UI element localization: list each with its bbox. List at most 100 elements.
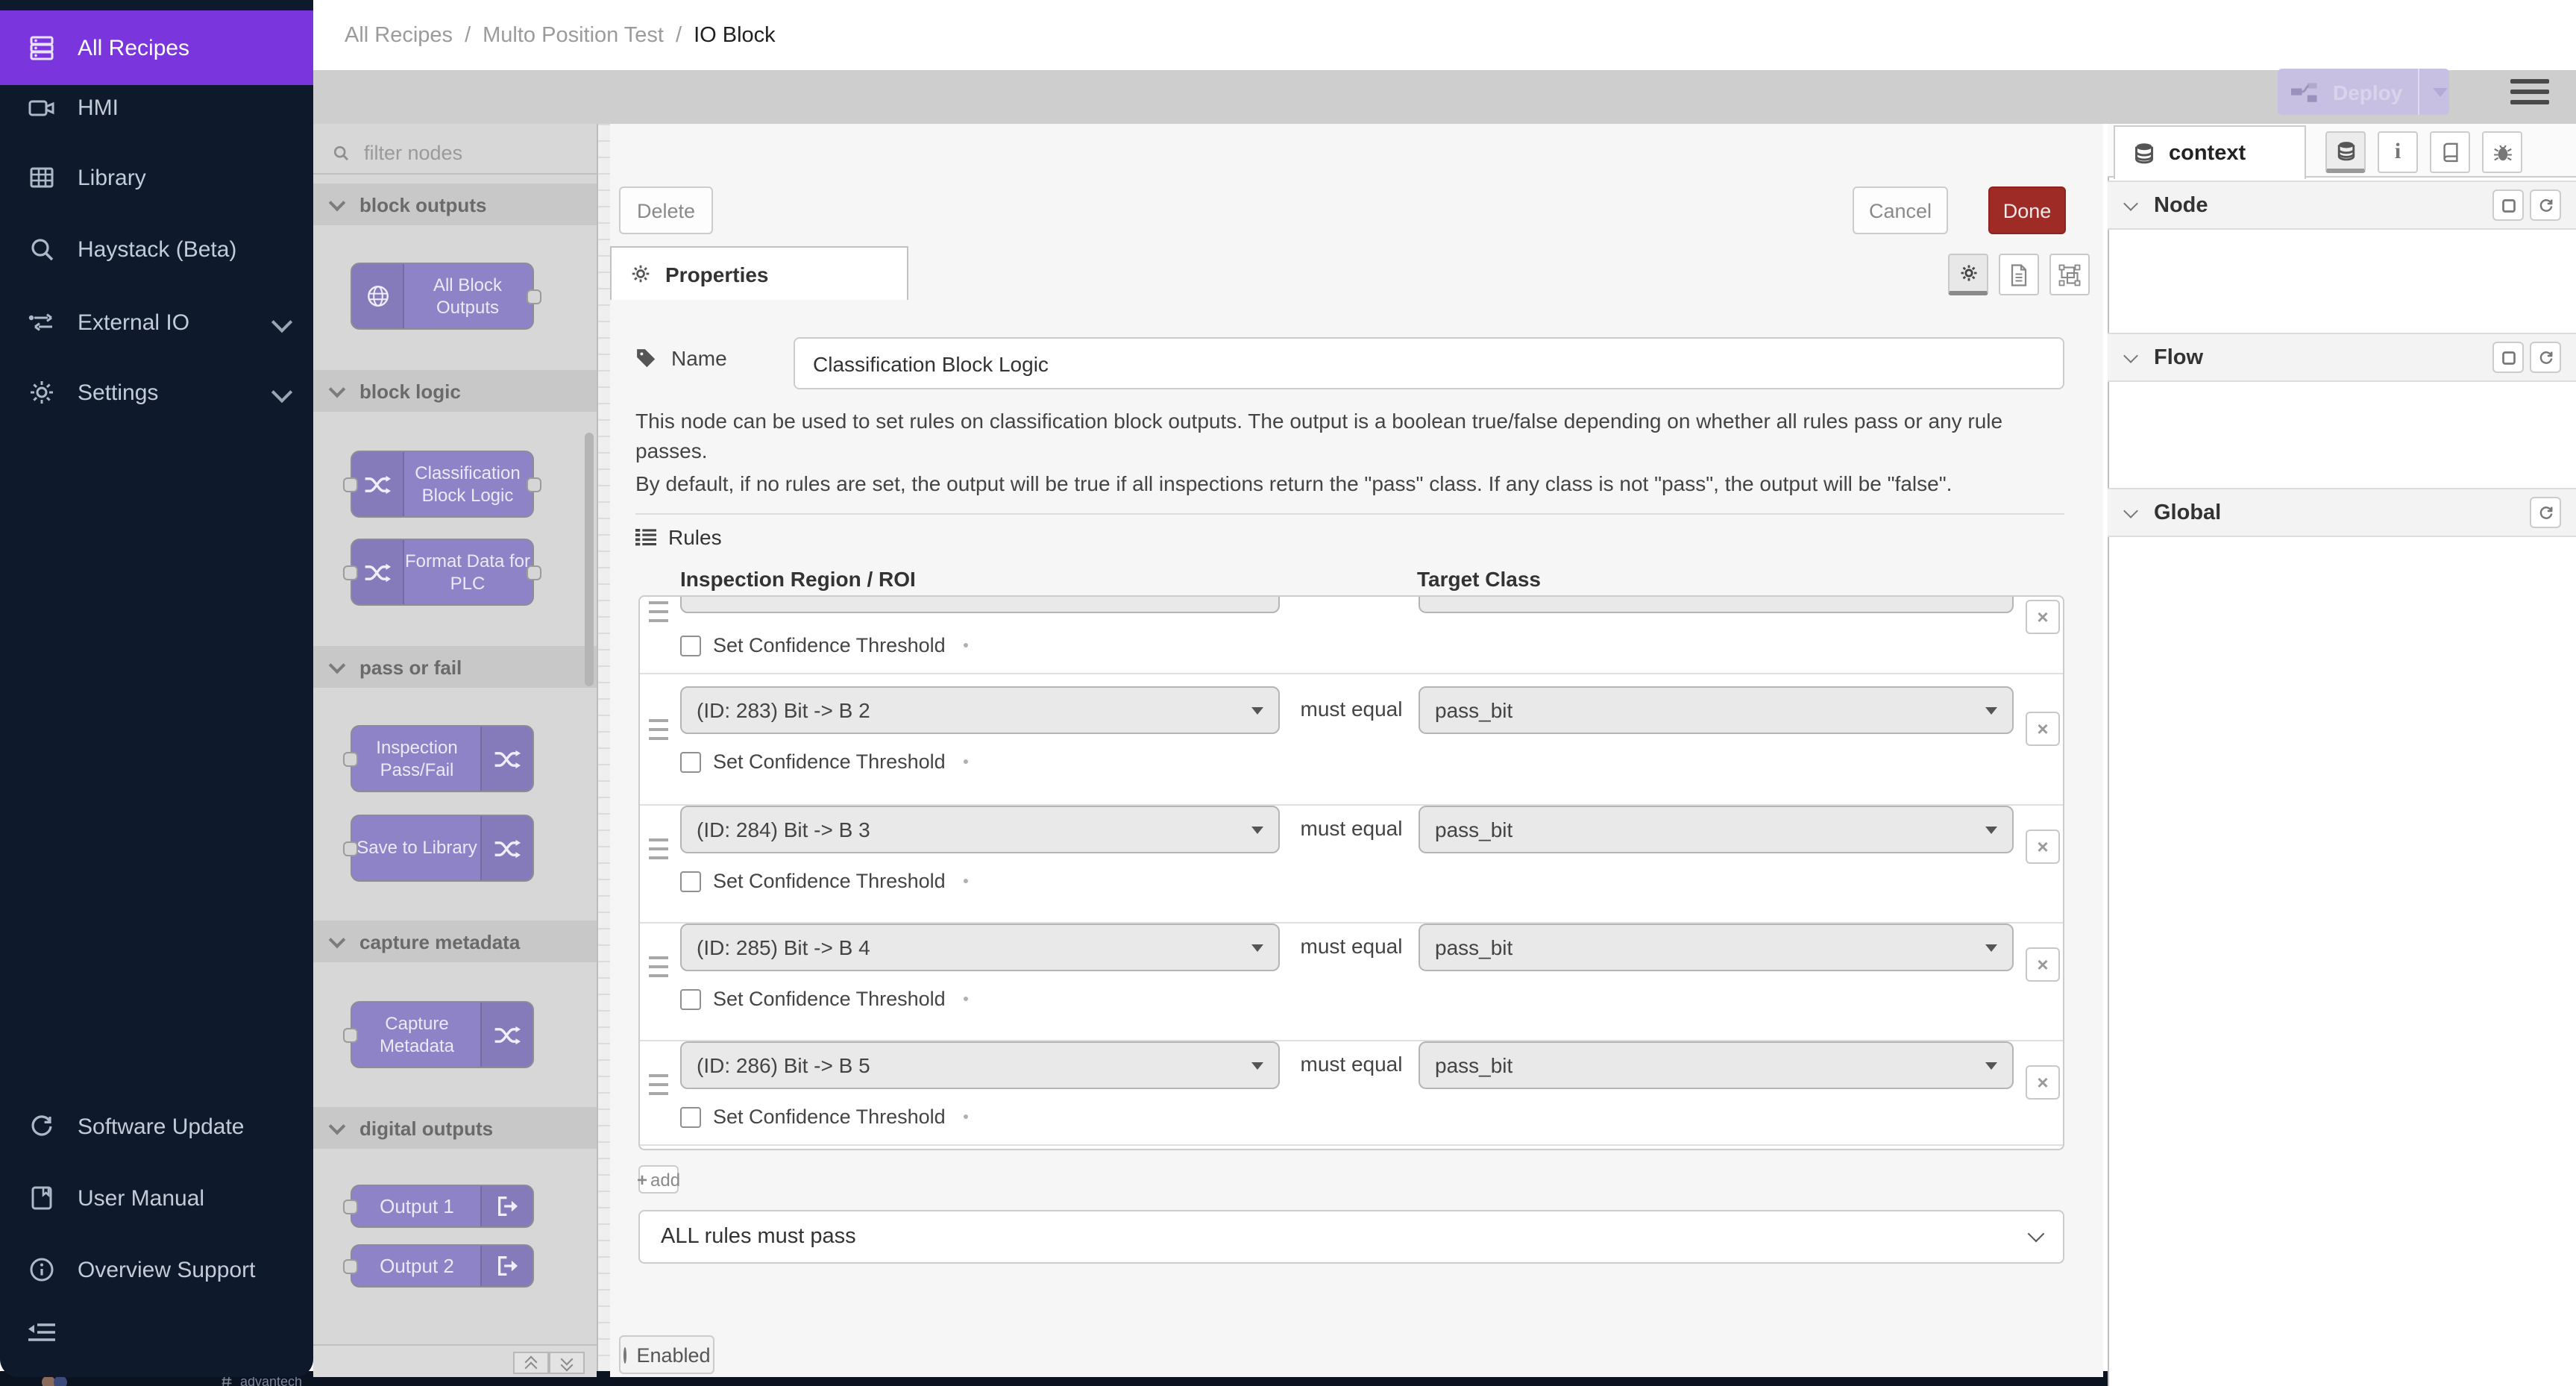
breadcrumb-recipe[interactable]: Multo Position Test: [483, 23, 664, 47]
remove-rule-button[interactable]: ×: [2026, 947, 2060, 982]
sidebar-item-external-io[interactable]: External IO: [0, 292, 313, 352]
palette-node-classification-block-logic[interactable]: Classification Block Logic: [351, 451, 534, 518]
remove-rule-button[interactable]: ×: [2026, 600, 2060, 634]
menu-button[interactable]: [2510, 79, 2549, 104]
section-global[interactable]: Global: [2108, 488, 2576, 537]
drag-handle-icon[interactable]: [649, 838, 668, 859]
palette-node-output-1[interactable]: Output 1: [351, 1185, 534, 1228]
rules-mode-select[interactable]: ALL rules must pass: [638, 1210, 2064, 1264]
tab-context[interactable]: context: [2114, 125, 2306, 179]
palette-node-all-block-outputs[interactable]: All Block Outputs: [351, 263, 534, 330]
context-panel: [2108, 124, 2576, 1386]
input-port[interactable]: [343, 841, 358, 856]
input-port[interactable]: [343, 1027, 358, 1042]
palette-scrollbar[interactable]: [585, 433, 594, 686]
copy-node-context-button[interactable]: [2492, 189, 2524, 221]
filter-nodes-input[interactable]: [361, 139, 576, 165]
remove-rule-button[interactable]: ×: [2026, 830, 2060, 864]
chevron-down-icon: [2123, 195, 2138, 210]
debug-tab-button[interactable]: [2482, 131, 2522, 173]
palette-node-output-2[interactable]: Output 2: [351, 1244, 534, 1288]
expand-all-button[interactable]: [549, 1352, 585, 1374]
target-class-select[interactable]: pass_bit: [1419, 806, 2014, 853]
done-button[interactable]: Done: [1988, 186, 2066, 234]
input-port[interactable]: [343, 1258, 358, 1273]
target-class-select[interactable]: pass_bit: [1419, 686, 2014, 734]
operator-label: must equal: [1284, 1052, 1419, 1076]
palette-category-pass-or-fail[interactable]: pass or fail: [313, 646, 597, 688]
input-port[interactable]: [343, 751, 358, 766]
palette-category-capture-metadata[interactable]: capture metadata: [313, 921, 597, 962]
collapse-sidebar-button[interactable]: [27, 1320, 57, 1347]
sidebar-item-settings[interactable]: Settings: [0, 363, 313, 422]
sidebar-item-library[interactable]: Library: [0, 148, 313, 207]
palette-node-capture-metadata[interactable]: Capture Metadata: [351, 1001, 534, 1068]
confidence-checkbox[interactable]: [680, 635, 701, 656]
drag-handle-icon[interactable]: [649, 601, 668, 622]
sidebar-item-hmi[interactable]: HMI: [0, 78, 313, 137]
confidence-checkbox[interactable]: [680, 988, 701, 1009]
palette-node-format-data-for-plc[interactable]: Format Data for PLC: [351, 539, 534, 606]
info-tab-button[interactable]: i: [2378, 131, 2418, 173]
confidence-row: Set Confidence Threshold: [680, 1106, 968, 1128]
target-class-select[interactable]: pass_bit: [1419, 1041, 2014, 1089]
target-class-select[interactable]: pass_bit: [1419, 924, 2014, 971]
refresh-flow-context-button[interactable]: [2530, 342, 2561, 373]
cancel-button[interactable]: Cancel: [1853, 186, 1948, 234]
sidebar-item-all-recipes[interactable]: All Recipes: [0, 10, 313, 85]
sidebar-item-software-update[interactable]: Software Update: [0, 1097, 313, 1156]
roi-select[interactable]: (ID: 285) Bit -> B 4: [680, 924, 1280, 971]
drag-handle-icon[interactable]: [649, 719, 668, 740]
input-port[interactable]: [343, 477, 358, 492]
help-tab-button[interactable]: [2430, 131, 2470, 173]
palette-category-block-logic[interactable]: block logic: [313, 370, 597, 412]
copy-flow-context-button[interactable]: [2492, 342, 2524, 373]
roi-select[interactable]: [680, 595, 1280, 613]
sidebar-item-overview-support[interactable]: Overview Support: [0, 1240, 313, 1299]
sidebar-item-user-manual[interactable]: User Manual: [0, 1168, 313, 1228]
refresh-node-context-button[interactable]: [2530, 189, 2561, 221]
palette-category-digital-outputs[interactable]: digital outputs: [313, 1107, 597, 1149]
breadcrumb-separator: /: [465, 23, 471, 47]
confidence-checkbox[interactable]: [680, 751, 701, 772]
tab-properties[interactable]: Properties: [610, 246, 908, 300]
palette-node-save-to-library[interactable]: Save to Library: [351, 815, 534, 882]
description-tab-button[interactable]: [1999, 254, 2039, 295]
palette-category-block-outputs[interactable]: block outputs: [313, 184, 597, 225]
deploy-button[interactable]: Deploy: [2278, 69, 2449, 115]
breadcrumb-all-recipes[interactable]: All Recipes: [345, 23, 453, 47]
database-icon: [2133, 142, 2155, 164]
output-port[interactable]: [527, 289, 541, 304]
refresh-global-context-button[interactable]: [2530, 497, 2561, 528]
name-input[interactable]: [794, 337, 2064, 389]
properties-tab-button[interactable]: [1948, 254, 1988, 295]
shuffle-icon: [352, 540, 404, 604]
confidence-checkbox[interactable]: [680, 871, 701, 891]
box-icon: [2501, 198, 2516, 213]
chevron-down-icon: [329, 656, 346, 674]
drag-handle-icon[interactable]: [649, 1074, 668, 1095]
roi-select[interactable]: (ID: 283) Bit -> B 2: [680, 686, 1280, 734]
enabled-toggle-button[interactable]: Enabled: [619, 1335, 714, 1374]
sidebar-item-haystack[interactable]: Haystack (Beta): [0, 219, 313, 279]
delete-button[interactable]: Delete: [619, 186, 713, 234]
target-class-select[interactable]: [1419, 595, 2014, 613]
input-port[interactable]: [343, 1199, 358, 1214]
output-port[interactable]: [527, 477, 541, 492]
appearance-tab-button[interactable]: [2049, 254, 2090, 295]
output-port[interactable]: [527, 565, 541, 580]
collapse-all-button[interactable]: [513, 1352, 549, 1374]
info-icon: [27, 1255, 57, 1285]
add-rule-button[interactable]: + add: [638, 1165, 679, 1194]
context-tab-button[interactable]: [2325, 131, 2366, 173]
palette-node-inspection-pass-fail[interactable]: Inspection Pass/Fail: [351, 725, 534, 792]
confidence-checkbox[interactable]: [680, 1106, 701, 1127]
remove-rule-button[interactable]: ×: [2026, 1065, 2060, 1100]
input-port[interactable]: [343, 565, 358, 580]
roi-select[interactable]: (ID: 286) Bit -> B 5: [680, 1041, 1280, 1089]
remove-rule-button[interactable]: ×: [2026, 712, 2060, 746]
deploy-caret-icon[interactable]: [2432, 87, 2447, 96]
hmi-icon: [27, 92, 57, 122]
drag-handle-icon[interactable]: [649, 956, 668, 977]
roi-select[interactable]: (ID: 284) Bit -> B 3: [680, 806, 1280, 853]
